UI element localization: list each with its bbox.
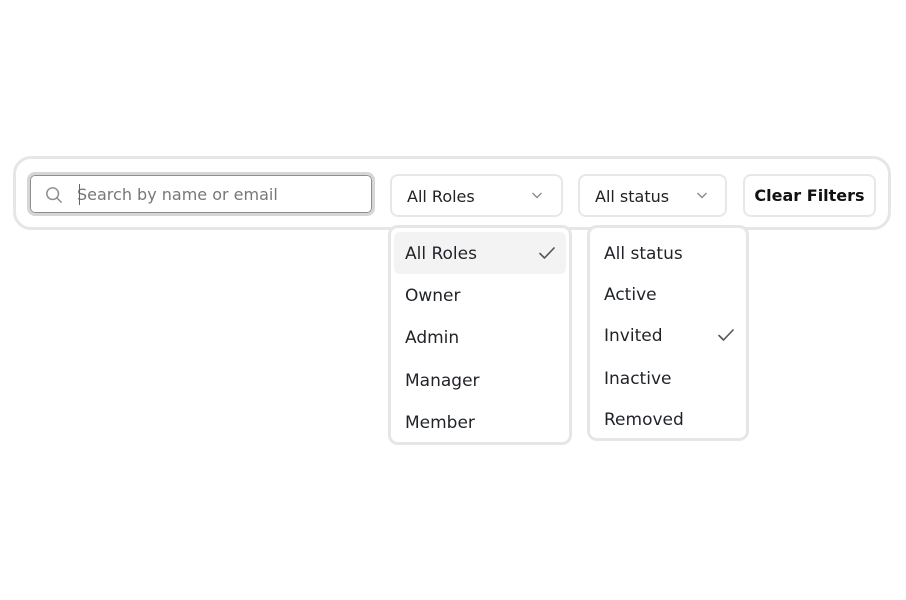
role-option-all-roles[interactable]: All Roles [394,232,566,274]
roles-select[interactable]: All Roles [390,174,563,217]
status-option-removed[interactable]: Removed [593,398,743,440]
role-option-manager[interactable]: Manager [394,359,566,401]
option-label: Owner [405,286,461,306]
check-icon [539,247,555,259]
chevron-down-icon [532,192,542,199]
role-option-admin[interactable]: Admin [394,316,566,358]
option-label: Invited [604,326,663,346]
option-label: All status [604,244,683,264]
role-option-member[interactable]: Member [394,401,566,443]
option-label: All Roles [405,244,477,264]
roles-select-label: All Roles [407,187,475,206]
option-label: Inactive [604,369,672,389]
role-option-owner[interactable]: Owner [394,274,566,316]
text-cursor [79,184,80,205]
option-label: Member [405,413,475,433]
status-option-active[interactable]: Active [593,273,743,315]
status-option-all-status[interactable]: All status [593,232,743,274]
option-label: Admin [405,328,460,348]
option-label: Removed [604,410,684,430]
status-dropdown-menu: All status Active Invited Inactive Remov… [587,225,749,441]
status-option-invited[interactable]: Invited [593,314,743,356]
search-input[interactable] [77,178,362,210]
search-icon [46,187,62,203]
status-select[interactable]: All status [578,174,727,217]
check-icon [718,329,734,341]
clear-filters-button[interactable]: Clear Filters [743,174,876,217]
roles-dropdown-menu: All Roles Owner Admin Manager Member [388,225,572,445]
option-label: Manager [405,371,480,391]
search-box[interactable] [27,172,375,216]
option-label: Active [604,285,657,305]
status-option-inactive[interactable]: Inactive [593,357,743,399]
chevron-down-icon [697,192,707,199]
status-select-label: All status [595,187,670,206]
